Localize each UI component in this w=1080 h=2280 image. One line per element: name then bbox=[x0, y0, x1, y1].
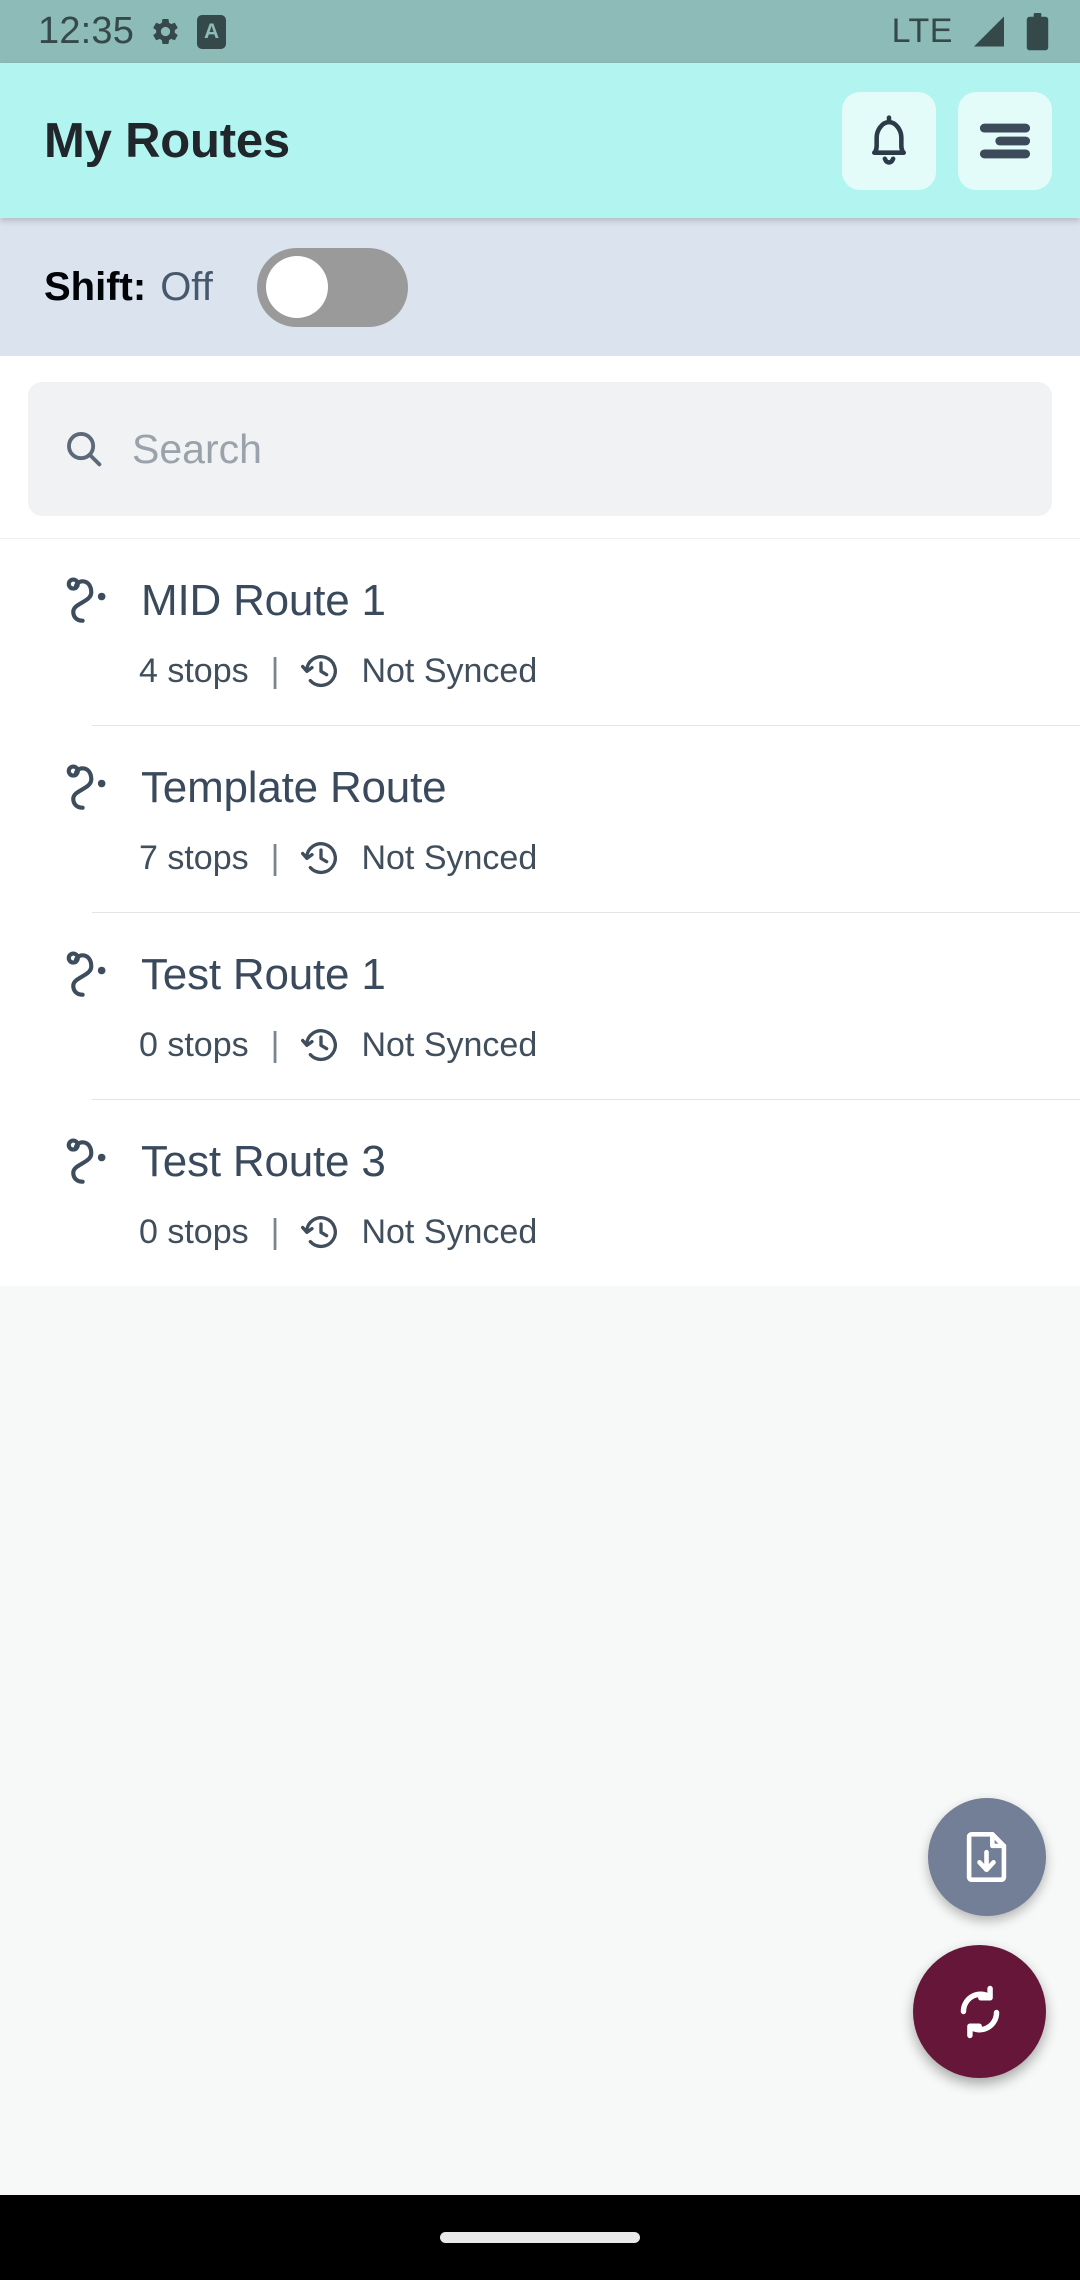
gesture-pill[interactable] bbox=[440, 2232, 640, 2243]
route-sync-status: Not Synced bbox=[361, 838, 538, 877]
gear-icon bbox=[150, 16, 181, 47]
battery-icon bbox=[1025, 12, 1050, 51]
content-empty-area bbox=[0, 1286, 1080, 2195]
history-clock-icon bbox=[301, 1212, 341, 1252]
route-path-icon bbox=[66, 1136, 111, 1188]
shift-status-row: Shift: Off bbox=[0, 218, 1080, 356]
history-clock-icon bbox=[301, 1025, 341, 1065]
page-title: My Routes bbox=[44, 113, 290, 168]
route-meta-separator: | bbox=[270, 1025, 280, 1064]
sync-refresh-icon bbox=[949, 1981, 1011, 2043]
route-name: MID Route 1 bbox=[141, 576, 386, 625]
route-list-item[interactable]: MID Route 1 4 stops | Not Synced bbox=[0, 539, 1080, 725]
route-header: Test Route 3 bbox=[0, 1136, 1080, 1188]
status-bar: 12:35 A LTE bbox=[0, 0, 1080, 63]
route-sync-status: Not Synced bbox=[361, 651, 538, 690]
route-sync-status: Not Synced bbox=[361, 1025, 538, 1064]
shift-toggle[interactable] bbox=[256, 247, 408, 327]
import-routes-fab[interactable] bbox=[928, 1798, 1046, 1916]
route-path-icon bbox=[66, 949, 111, 1001]
history-clock-icon bbox=[301, 838, 341, 878]
route-header: Template Route bbox=[0, 762, 1080, 814]
network-type-label: LTE bbox=[891, 12, 953, 50]
route-list-item[interactable]: Test Route 3 0 stops | Not Synced bbox=[0, 1100, 1080, 1286]
history-clock-icon bbox=[301, 651, 341, 691]
route-meta: 4 stops | Not Synced bbox=[0, 651, 1080, 691]
bell-icon bbox=[863, 112, 915, 170]
route-name: Template Route bbox=[141, 763, 447, 812]
status-bar-right: LTE bbox=[892, 12, 1050, 51]
route-meta-separator: | bbox=[270, 838, 280, 877]
app-screen: 12:35 A LTE My Routes Shift: Off Search … bbox=[0, 0, 1080, 2280]
route-meta: 0 stops | Not Synced bbox=[0, 1025, 1080, 1065]
search-section bbox=[0, 356, 1080, 538]
search-input[interactable] bbox=[132, 382, 1018, 516]
file-download-icon bbox=[958, 1828, 1016, 1886]
route-meta-separator: | bbox=[270, 1212, 280, 1251]
route-stop-count: 7 stops bbox=[139, 838, 249, 877]
search-box[interactable] bbox=[28, 382, 1052, 516]
status-bar-clock: 12:35 bbox=[38, 10, 135, 52]
signal-icon bbox=[970, 15, 1008, 48]
menu-icon bbox=[978, 121, 1032, 161]
route-meta: 7 stops | Not Synced bbox=[0, 838, 1080, 878]
route-header: Test Route 1 bbox=[0, 949, 1080, 1001]
search-icon bbox=[62, 427, 106, 471]
route-stop-count: 4 stops bbox=[139, 651, 249, 690]
routes-list: MID Route 1 4 stops | Not Synced Templat… bbox=[0, 538, 1080, 1286]
route-path-icon bbox=[66, 575, 111, 627]
route-sync-status: Not Synced bbox=[361, 1212, 538, 1251]
menu-button[interactable] bbox=[958, 91, 1052, 190]
route-list-item[interactable]: Template Route 7 stops | Not Synced bbox=[0, 726, 1080, 912]
shift-toggle-knob bbox=[265, 255, 328, 318]
shift-label: Shift: bbox=[44, 264, 147, 309]
route-path-icon bbox=[66, 762, 111, 814]
route-meta-separator: | bbox=[270, 651, 280, 690]
status-bar-left: 12:35 A bbox=[38, 10, 227, 53]
sync-routes-fab[interactable] bbox=[913, 1945, 1046, 2078]
shift-value: Off bbox=[160, 264, 213, 309]
route-name: Test Route 3 bbox=[141, 1137, 386, 1186]
app-notification-badge-icon: A bbox=[197, 14, 227, 49]
app-bar: My Routes bbox=[0, 63, 1080, 218]
route-list-item[interactable]: Test Route 1 0 stops | Not Synced bbox=[0, 913, 1080, 1099]
route-meta: 0 stops | Not Synced bbox=[0, 1212, 1080, 1252]
route-header: MID Route 1 bbox=[0, 575, 1080, 627]
route-name: Test Route 1 bbox=[141, 950, 386, 999]
system-navigation-bar bbox=[0, 2195, 1080, 2280]
route-stop-count: 0 stops bbox=[139, 1025, 249, 1064]
notifications-button[interactable] bbox=[842, 91, 936, 190]
route-stop-count: 0 stops bbox=[139, 1212, 249, 1251]
